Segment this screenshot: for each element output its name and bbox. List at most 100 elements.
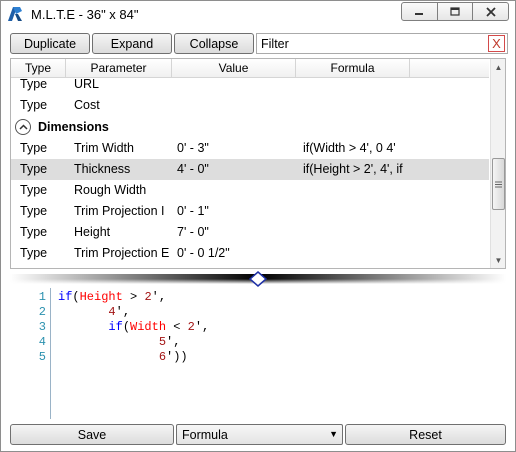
- code-token: ',: [151, 290, 167, 304]
- cell-formula: if(Width > 4', 0 4': [303, 141, 396, 155]
- parameter-grid: Type Parameter Value Formula Type URL Ty…: [10, 58, 506, 269]
- code-line: 6')): [58, 350, 188, 365]
- cell-type: Type: [20, 141, 48, 155]
- code-token: 2: [187, 320, 195, 334]
- bottom-bar: Save Formula ▼ Reset: [10, 424, 506, 445]
- table-row[interactable]: Type Rough Width: [11, 180, 489, 201]
- table-row[interactable]: Type URL: [11, 74, 489, 95]
- cell-parameter: Trim Width: [74, 141, 134, 155]
- collapse-button[interactable]: Collapse: [174, 33, 254, 54]
- code-line: if(Width < 2',: [58, 320, 209, 335]
- cell-formula: [303, 180, 407, 201]
- code-token: if: [58, 290, 73, 304]
- formula-editor[interactable]: 1 2 3 4 5 if(Height > 2', 4', if(Width <…: [10, 288, 506, 419]
- cell-formula: [303, 264, 407, 268]
- scrollbar-thumb[interactable]: [492, 158, 505, 210]
- cell-type: Type: [20, 204, 48, 218]
- cell-value: 0' - 0 1/2": [177, 246, 230, 260]
- close-icon: [486, 6, 496, 17]
- duplicate-button[interactable]: Duplicate: [10, 33, 90, 54]
- scroll-up-arrow-icon[interactable]: ▲: [491, 59, 505, 75]
- cell-parameter: Width: [74, 264, 170, 268]
- code-token: 2: [144, 290, 152, 304]
- code-token: <: [166, 320, 188, 334]
- group-label: Dimensions: [38, 120, 109, 134]
- chevron-down-icon: ▼: [329, 429, 338, 439]
- code-token: 4: [108, 305, 116, 319]
- code-token: 6: [158, 350, 167, 364]
- code-token: Width: [130, 320, 167, 334]
- table-row[interactable]: Type Trim Projection I 0' - 1": [11, 201, 489, 222]
- code-token: ',: [194, 320, 210, 334]
- reset-button[interactable]: Reset: [345, 424, 506, 445]
- clear-filter-button[interactable]: X: [488, 35, 505, 52]
- table-row[interactable]: Type Trim Projection E 0' - 0 1/2": [11, 243, 489, 264]
- minimize-button[interactable]: [401, 2, 438, 21]
- save-button[interactable]: Save: [10, 424, 174, 445]
- cell-type: Type: [20, 162, 48, 176]
- line-number: 2: [38, 305, 46, 319]
- title-bar[interactable]: M.L.T.E - 36" x 84": [1, 1, 515, 28]
- table-row[interactable]: Type Thickness 4' - 0" if(Height > 2', 4', …: [11, 159, 489, 180]
- collapse-group-icon[interactable]: [15, 119, 31, 135]
- cell-type: Type: [20, 77, 48, 91]
- mlte-window: M.L.T.E - 36" x 84" Duplicate Expand Col…: [0, 0, 516, 452]
- maximize-icon: [450, 7, 460, 16]
- code-token: (: [72, 290, 80, 304]
- table-row[interactable]: Type Cost: [11, 95, 489, 116]
- cell-type: Type: [20, 246, 48, 260]
- code-token: if: [108, 320, 123, 334]
- cell-parameter: Height: [74, 225, 111, 239]
- code-token: 5: [158, 335, 167, 349]
- cell-formula: [303, 243, 407, 264]
- minimize-icon: [415, 12, 424, 15]
- gutter-divider: [50, 288, 51, 419]
- cell-parameter: Trim Projection I: [74, 204, 165, 218]
- line-number-gutter: 1 2 3 4 5: [10, 288, 49, 419]
- expand-button[interactable]: Expand: [92, 33, 172, 54]
- cell-type: Type: [20, 183, 48, 197]
- line-number: 3: [38, 320, 46, 334]
- group-header-dimensions[interactable]: Dimensions: [11, 116, 489, 138]
- cell-parameter: Cost: [74, 98, 100, 112]
- cell-parameter: Rough Width: [74, 183, 147, 197]
- line-number: 4: [38, 335, 46, 349]
- cell-type: Type: [20, 264, 65, 268]
- code-token: ',: [166, 335, 181, 349]
- maximize-button[interactable]: [436, 2, 474, 21]
- line-number: 5: [38, 350, 46, 364]
- grid-vertical-scrollbar[interactable]: ▲ ▼: [490, 59, 505, 268]
- code-line: 5',: [58, 335, 181, 350]
- filter-input[interactable]: [256, 33, 508, 54]
- code-token: >: [122, 290, 145, 304]
- revit-logo-icon: [7, 6, 23, 22]
- cell-parameter: URL: [74, 77, 100, 91]
- scroll-down-arrow-icon[interactable]: ▼: [491, 252, 505, 268]
- cell-value: 3' - 0": [177, 264, 295, 268]
- window-title: M.L.T.E - 36" x 84": [31, 7, 139, 22]
- cell-value: 4' - 0": [177, 162, 209, 176]
- cell-parameter: Thickness: [74, 162, 131, 176]
- toolbar: Duplicate Expand Collapse X: [10, 33, 508, 54]
- cell-value: 0' - 1": [177, 204, 209, 218]
- table-row[interactable]: Type Trim Width 0' - 3" if(Width > 4', 0 4': [11, 138, 489, 159]
- cell-type: Type: [20, 225, 48, 239]
- code-token: (: [122, 320, 131, 334]
- code-token: Height: [79, 290, 123, 304]
- code-token: ')): [166, 350, 188, 364]
- mode-select[interactable]: Formula ▼: [176, 424, 343, 445]
- cell-value: 0' - 3": [177, 141, 209, 155]
- pane-splitter[interactable]: [10, 271, 506, 287]
- close-window-button[interactable]: [472, 2, 510, 21]
- cell-value: 7' - 0": [177, 225, 209, 239]
- mode-select-value: Formula: [182, 428, 228, 442]
- code-line: 4',: [58, 305, 130, 320]
- table-row[interactable]: Type Height 7' - 0": [11, 222, 489, 243]
- table-row[interactable]: Type Width 3' - 0": [11, 264, 489, 268]
- line-number: 1: [38, 290, 46, 304]
- caption-buttons: [401, 2, 510, 21]
